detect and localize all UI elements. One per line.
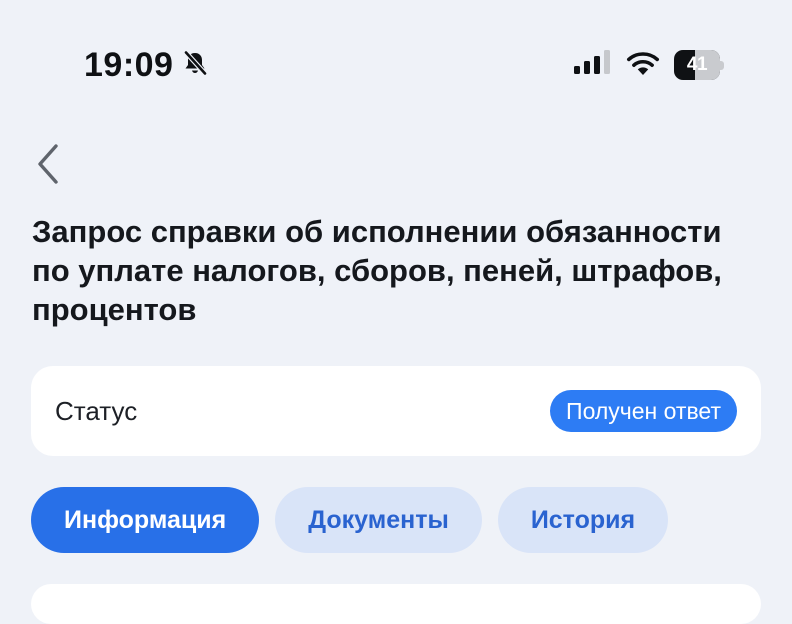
bell-slash-icon (181, 49, 209, 82)
tab-history[interactable]: История (497, 487, 669, 553)
wifi-icon (626, 49, 660, 80)
battery-level: 41 (686, 53, 708, 75)
time-group: 19:09 (84, 46, 209, 85)
content-card (31, 584, 761, 624)
back-button[interactable] (28, 142, 68, 190)
tab-information[interactable]: Информация (31, 487, 260, 553)
status-card: Статус Получен ответ (31, 366, 761, 456)
status-bar: 19:09 41 (0, 0, 792, 120)
battery-icon: 41 (674, 49, 724, 80)
status-label: Статус (55, 395, 138, 426)
status-time: 19:09 (84, 46, 174, 84)
tab-bar: Информация Документы История (31, 487, 669, 553)
cellular-signal-icon (574, 50, 612, 79)
tab-documents[interactable]: Документы (275, 487, 482, 553)
chevron-left-icon (35, 143, 61, 190)
status-badge: Получен ответ (550, 390, 737, 432)
page-title: Запрос справки об исполнении обязанности… (32, 214, 722, 327)
status-icons: 41 (574, 49, 724, 80)
